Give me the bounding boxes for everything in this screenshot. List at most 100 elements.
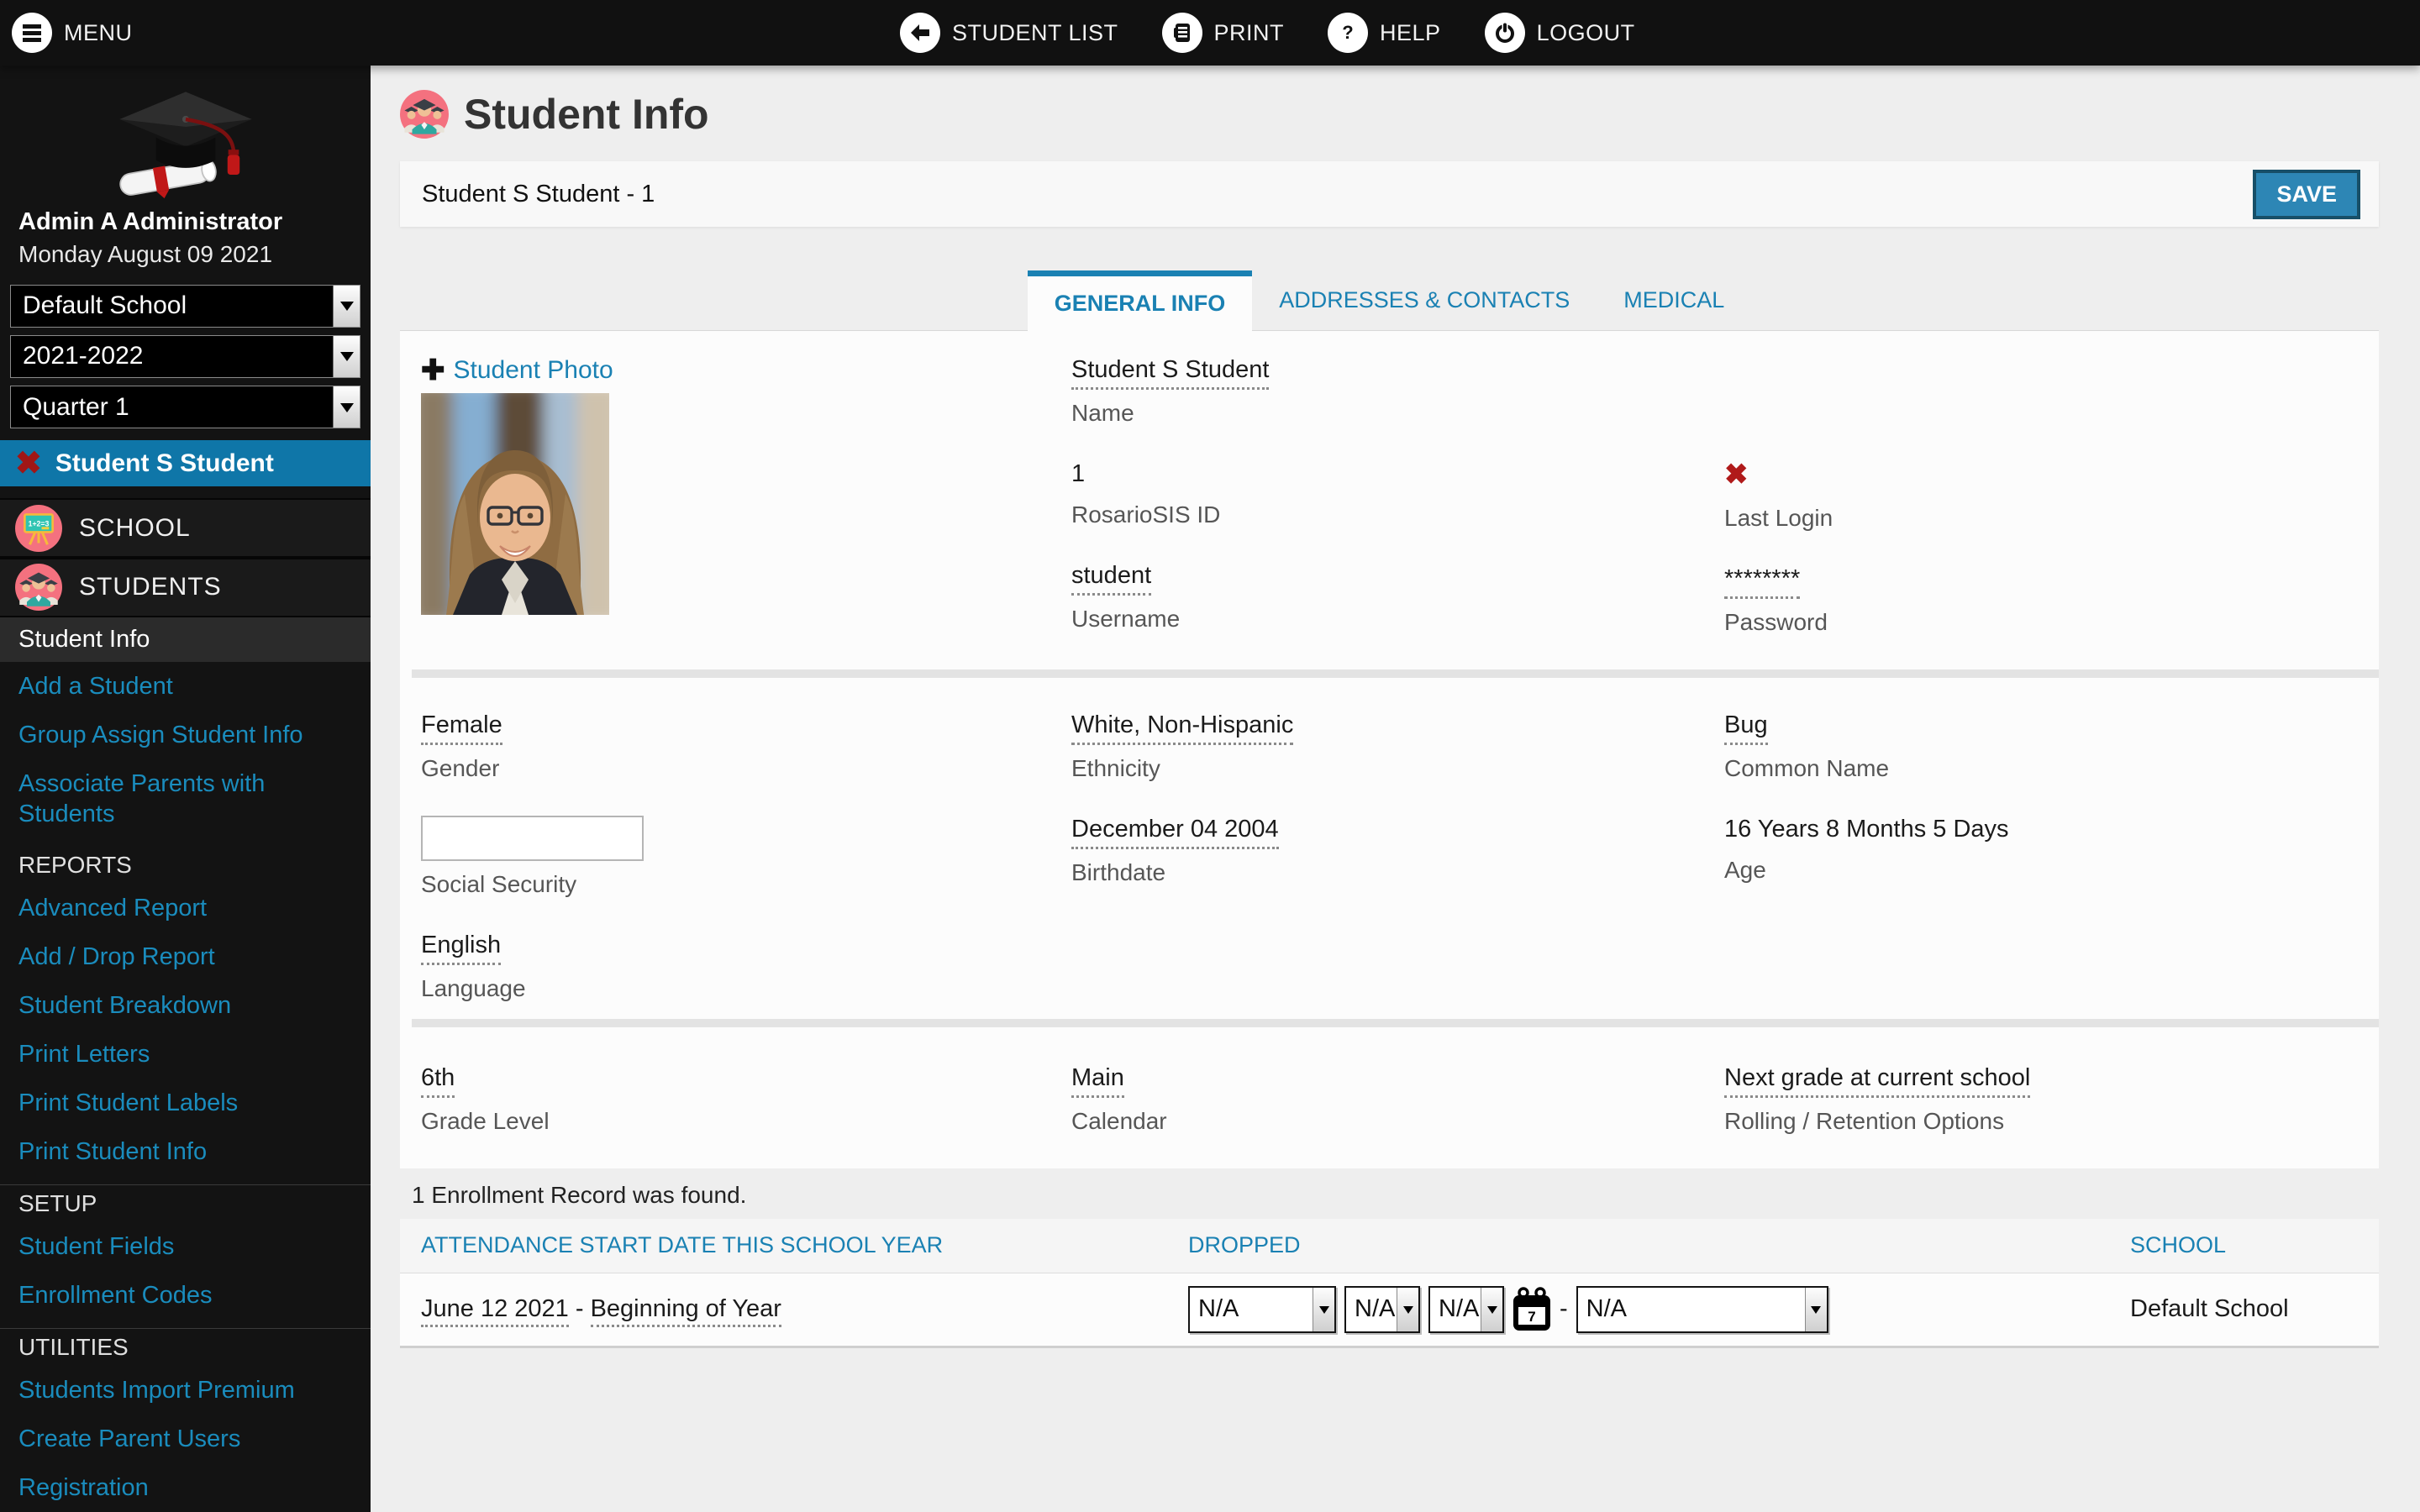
student-photo-block: ✚ Student Photo bbox=[421, 356, 1071, 669]
rosariosis-id-label: RosarioSIS ID bbox=[1071, 501, 1724, 528]
social-security-label: Social Security bbox=[421, 871, 1071, 898]
rolling-retention-label: Rolling / Retention Options bbox=[1724, 1108, 2379, 1135]
sidebar-link-print-student-labels[interactable]: Print Student Labels bbox=[0, 1079, 371, 1127]
print-button[interactable]: PRINT bbox=[1162, 13, 1285, 53]
grade-level-value[interactable]: 6th bbox=[421, 1064, 455, 1098]
rolling-retention-value[interactable]: Next grade at current school bbox=[1724, 1064, 2030, 1098]
password-label: Password bbox=[1724, 609, 2379, 636]
question-mark-icon: ? bbox=[1328, 13, 1368, 53]
calendar-icon: 7 bbox=[1512, 1287, 1551, 1332]
help-button[interactable]: ? HELP bbox=[1328, 13, 1441, 53]
sidebar-link-registration[interactable]: Registration bbox=[0, 1463, 371, 1512]
field-grade-level: 6th Grade Level bbox=[421, 1064, 1071, 1135]
school-select[interactable]: Default School bbox=[10, 285, 360, 328]
save-button[interactable]: SAVE bbox=[2253, 170, 2360, 219]
username-value[interactable]: student bbox=[1071, 562, 1151, 596]
sidebar-link-group-assign-student-info[interactable]: Group Assign Student Info bbox=[0, 711, 371, 759]
school-year-select[interactable]: 2021-2022 bbox=[10, 335, 360, 378]
quarter-select[interactable]: Quarter 1 bbox=[10, 386, 360, 428]
ethnicity-value[interactable]: White, Non-Hispanic bbox=[1071, 711, 1293, 745]
tab-bar: GENERAL INFO ADDRESSES & CONTACTS MEDICA… bbox=[400, 270, 2379, 331]
sidebar-link-students-import-premium[interactable]: Students Import Premium bbox=[0, 1366, 371, 1415]
calendar-value[interactable]: Main bbox=[1071, 1064, 1124, 1098]
enrollment-start-date[interactable]: June 12 2021 bbox=[421, 1295, 569, 1327]
age-value: 16 Years 8 Months 5 Days bbox=[1724, 816, 2009, 847]
sidebar-link-student-breakdown[interactable]: Student Breakdown bbox=[0, 981, 371, 1030]
enrollment-table: ATTENDANCE START DATE THIS SCHOOL YEAR D… bbox=[400, 1219, 2379, 1348]
page-title: Student Info bbox=[464, 90, 709, 139]
add-student-photo-link[interactable]: ✚ Student Photo bbox=[421, 356, 1071, 385]
ethnicity-label: Ethnicity bbox=[1071, 755, 1724, 782]
dropped-code-value: N/A bbox=[1578, 1295, 1627, 1323]
chevron-down-icon[interactable] bbox=[333, 286, 360, 327]
birthdate-value[interactable]: December 04 2004 bbox=[1071, 816, 1279, 849]
sidebar-link-student-fields[interactable]: Student Fields bbox=[0, 1222, 371, 1271]
enrollment-summary: 1 Enrollment Record was found. bbox=[412, 1182, 2420, 1209]
sidebar-link-associate-parents[interactable]: Associate Parents with Students bbox=[0, 759, 371, 838]
sidebar-item-student-info[interactable]: Student Info bbox=[0, 617, 371, 662]
chevron-down-icon[interactable] bbox=[1805, 1288, 1827, 1331]
enrollment-dropped-cell: N/A N/A N/A bbox=[1188, 1273, 2130, 1347]
social-security-input[interactable] bbox=[421, 816, 644, 861]
printer-icon bbox=[1162, 13, 1202, 53]
chevron-down-icon[interactable] bbox=[1313, 1288, 1334, 1331]
tab-medical[interactable]: MEDICAL bbox=[1597, 270, 1751, 330]
field-common-name: Bug Common Name bbox=[1724, 711, 2379, 782]
language-value[interactable]: English bbox=[421, 932, 501, 965]
enrollment-header-row: ATTENDANCE START DATE THIS SCHOOL YEAR D… bbox=[400, 1219, 2379, 1273]
plus-icon: ✚ bbox=[421, 356, 445, 385]
common-name-value[interactable]: Bug bbox=[1724, 711, 1768, 745]
remove-student-x-icon[interactable]: ✖ bbox=[15, 448, 42, 480]
dropped-day-select[interactable]: N/A bbox=[1344, 1286, 1420, 1333]
chevron-down-icon[interactable] bbox=[1481, 1288, 1502, 1331]
dropped-code-select[interactable]: N/A bbox=[1576, 1286, 1828, 1333]
dropped-month-select[interactable]: N/A bbox=[1188, 1286, 1336, 1333]
tab-addresses-contacts[interactable]: ADDRESSES & CONTACTS bbox=[1252, 270, 1597, 330]
student-list-button[interactable]: STUDENT LIST bbox=[900, 13, 1118, 53]
tab-general-info[interactable]: GENERAL INFO bbox=[1028, 270, 1253, 331]
calendar-picker-button[interactable]: 7 bbox=[1512, 1287, 1551, 1332]
date-separator: - bbox=[1560, 1295, 1568, 1323]
sidebar-section-students[interactable]: STUDENTS bbox=[0, 558, 371, 617]
sidebar-link-enrollment-codes[interactable]: Enrollment Codes bbox=[0, 1271, 371, 1320]
last-login-x-icon: ✖ bbox=[1724, 458, 1749, 495]
chevron-down-icon[interactable] bbox=[333, 336, 360, 377]
student-list-label: STUDENT LIST bbox=[952, 20, 1118, 46]
selected-student-name: Student S Student bbox=[55, 449, 274, 478]
field-calendar: Main Calendar bbox=[1071, 1064, 1724, 1135]
gender-value[interactable]: Female bbox=[421, 711, 502, 745]
dropped-day-value: N/A bbox=[1346, 1295, 1395, 1323]
chevron-down-icon[interactable] bbox=[333, 386, 360, 428]
name-value[interactable]: Student S Student bbox=[1071, 356, 1269, 390]
column-school[interactable]: SCHOOL bbox=[2130, 1219, 2379, 1273]
sidebar-link-create-parent-users[interactable]: Create Parent Users bbox=[0, 1415, 371, 1463]
password-value[interactable]: ******** bbox=[1724, 565, 1800, 599]
school-year-select-value: 2021-2022 bbox=[11, 342, 143, 370]
general-info-panel: ✚ Student Photo bbox=[400, 331, 2379, 1168]
sidebar-link-add-drop-report[interactable]: Add / Drop Report bbox=[0, 932, 371, 981]
top-nav: STUDENT LIST PRINT ? HELP bbox=[900, 13, 1635, 53]
field-username: student Username bbox=[1071, 562, 1724, 633]
menu-label: MENU bbox=[64, 20, 133, 46]
students-icon bbox=[15, 564, 62, 611]
logout-button[interactable]: LOGOUT bbox=[1485, 13, 1635, 53]
selected-student-row[interactable]: ✖ Student S Student bbox=[0, 440, 371, 486]
student-photo[interactable] bbox=[421, 393, 609, 615]
enrollment-row: June 12 2021 - Beginning of Year N/A bbox=[400, 1273, 2379, 1347]
dropped-year-select[interactable]: N/A bbox=[1428, 1286, 1504, 1333]
sidebar-link-add-a-student[interactable]: Add a Student bbox=[0, 662, 371, 711]
sidebar-link-print-student-info[interactable]: Print Student Info bbox=[0, 1127, 371, 1176]
column-attendance-start-date[interactable]: ATTENDANCE START DATE THIS SCHOOL YEAR bbox=[400, 1219, 1188, 1273]
sidebar-link-advanced-report[interactable]: Advanced Report bbox=[0, 884, 371, 932]
sidebar-section-school[interactable]: 1+2=3 SCHOOL bbox=[0, 498, 371, 558]
sidebar-link-print-letters[interactable]: Print Letters bbox=[0, 1030, 371, 1079]
menu-button[interactable]: MENU bbox=[12, 13, 371, 53]
hamburger-icon bbox=[12, 13, 52, 53]
chevron-down-icon[interactable] bbox=[1397, 1288, 1418, 1331]
column-dropped[interactable]: DROPPED bbox=[1188, 1219, 2130, 1273]
enrollment-start-code[interactable]: Beginning of Year bbox=[591, 1295, 781, 1327]
students-icon bbox=[400, 90, 449, 139]
sidebar-date: Monday August 09 2021 bbox=[0, 239, 371, 270]
chalkboard-icon: 1+2=3 bbox=[15, 505, 62, 552]
top-bar: MENU STUDENT LIST PRINT bbox=[0, 0, 2420, 66]
